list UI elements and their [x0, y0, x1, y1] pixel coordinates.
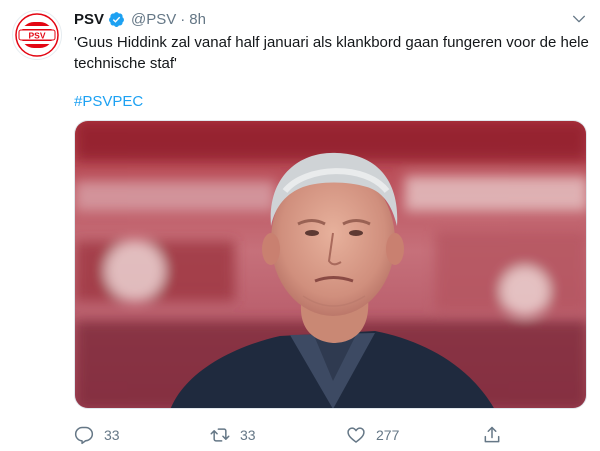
share-icon — [482, 425, 502, 445]
psv-logo-icon: PSV — [15, 13, 59, 57]
reply-icon — [74, 425, 94, 445]
retweet-count: 33 — [240, 427, 256, 443]
author-handle[interactable]: @PSV — [131, 11, 176, 28]
photo-icon — [75, 121, 586, 408]
tweet-actions: 33 33 277 — [74, 422, 514, 448]
like-count: 277 — [376, 427, 400, 443]
retweet-icon — [210, 425, 230, 445]
retweet-button[interactable]: 33 — [210, 422, 256, 448]
share-button[interactable] — [482, 422, 502, 448]
author-name[interactable]: PSV — [74, 11, 104, 28]
hashtag-link[interactable]: #PSVPEC — [74, 93, 143, 110]
tweet-text: 'Guus Hiddink zal vanaf half januari als… — [74, 34, 589, 72]
timestamp[interactable]: 8h — [189, 11, 206, 28]
like-button[interactable]: 277 — [346, 422, 399, 448]
svg-text:PSV: PSV — [28, 31, 45, 41]
separator-dot: · — [180, 10, 186, 28]
reply-button[interactable]: 33 — [74, 422, 120, 448]
heart-icon — [346, 425, 366, 445]
tweet-header: PSV @PSV · 8h — [74, 8, 206, 30]
reply-count: 33 — [104, 427, 120, 443]
chevron-down-icon[interactable] — [570, 10, 588, 28]
tweet-photo[interactable] — [74, 120, 587, 409]
avatar[interactable]: PSV — [12, 10, 62, 60]
tweet[interactable]: PSV PSV @PSV · 8h 'Guus Hiddink zal vana… — [0, 0, 600, 451]
verified-badge-icon — [108, 11, 125, 28]
